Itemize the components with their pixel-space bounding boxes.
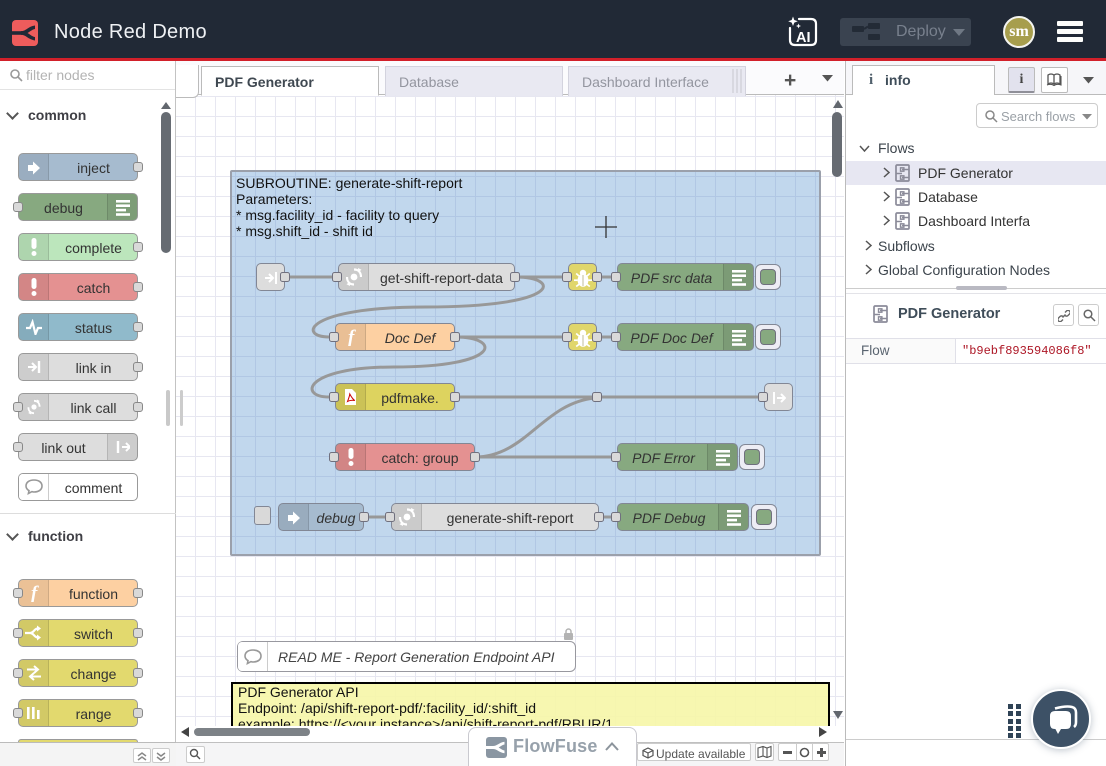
svg-text:f: f [31,584,39,602]
svg-text:f: f [348,328,356,346]
svg-text:AI: AI [796,30,811,46]
